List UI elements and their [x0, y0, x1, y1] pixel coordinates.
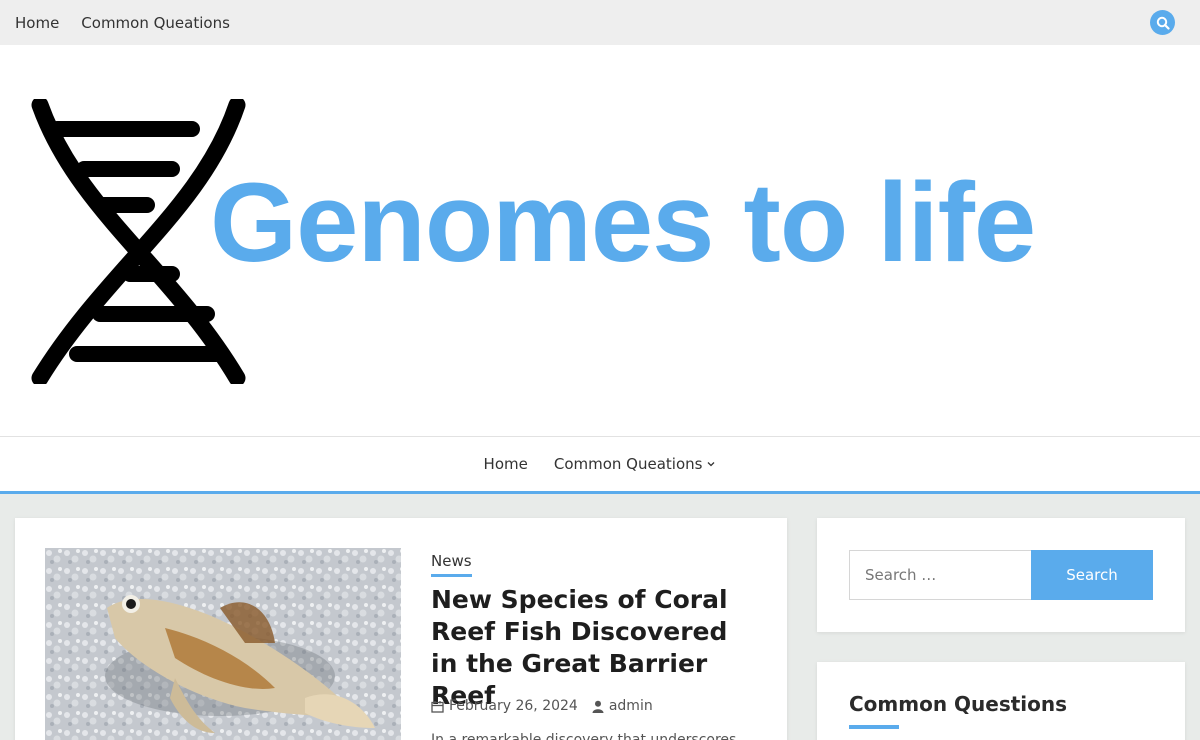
- search-icon: [1156, 16, 1170, 30]
- fish-image: [45, 548, 401, 740]
- post-author[interactable]: admin: [592, 698, 653, 714]
- main-nav-home[interactable]: Home: [484, 455, 528, 473]
- post-date[interactable]: February 26, 2024: [431, 698, 578, 714]
- chevron-down-icon: [707, 462, 715, 467]
- common-questions-title: Common Questions: [849, 692, 1068, 716]
- title-underline: [849, 725, 899, 729]
- post-title[interactable]: New Species of Coral Reef Fish Discovere…: [431, 584, 761, 712]
- top-nav-common-queations[interactable]: Common Queations: [81, 14, 230, 32]
- search-button[interactable]: Search: [1031, 550, 1153, 600]
- user-icon: [592, 700, 604, 713]
- post-excerpt: In a remarkable discovery that underscor…: [431, 732, 737, 740]
- post-card: News New Species of Coral Reef Fish Disc…: [15, 518, 787, 740]
- main-nav-home-label: Home: [483, 455, 528, 473]
- main-nav-common-queations[interactable]: Common Queations: [554, 455, 717, 473]
- post-thumbnail[interactable]: [45, 548, 401, 740]
- top-nav-home[interactable]: Home: [15, 14, 59, 32]
- top-bar: Home Common Queations: [0, 0, 1200, 45]
- search-input[interactable]: [849, 550, 1031, 600]
- post-category[interactable]: News: [431, 552, 472, 577]
- calendar-icon: [431, 700, 444, 713]
- common-questions-widget: Common Questions: [817, 662, 1185, 740]
- post-meta: February 26, 2024 admin: [431, 698, 653, 714]
- site-header: Genomes to life: [0, 45, 1200, 437]
- main-nav: Home Common Queations: [0, 437, 1200, 494]
- site-title[interactable]: Genomes to life: [210, 167, 1036, 279]
- post-date-text: February 26, 2024: [449, 698, 578, 714]
- top-nav: Home Common Queations: [15, 0, 230, 45]
- post-author-text: admin: [608, 698, 653, 714]
- search-toggle-button[interactable]: [1150, 10, 1175, 35]
- search-widget: Search: [817, 518, 1185, 632]
- main-nav-common-queations-label: Common Queations: [553, 455, 703, 473]
